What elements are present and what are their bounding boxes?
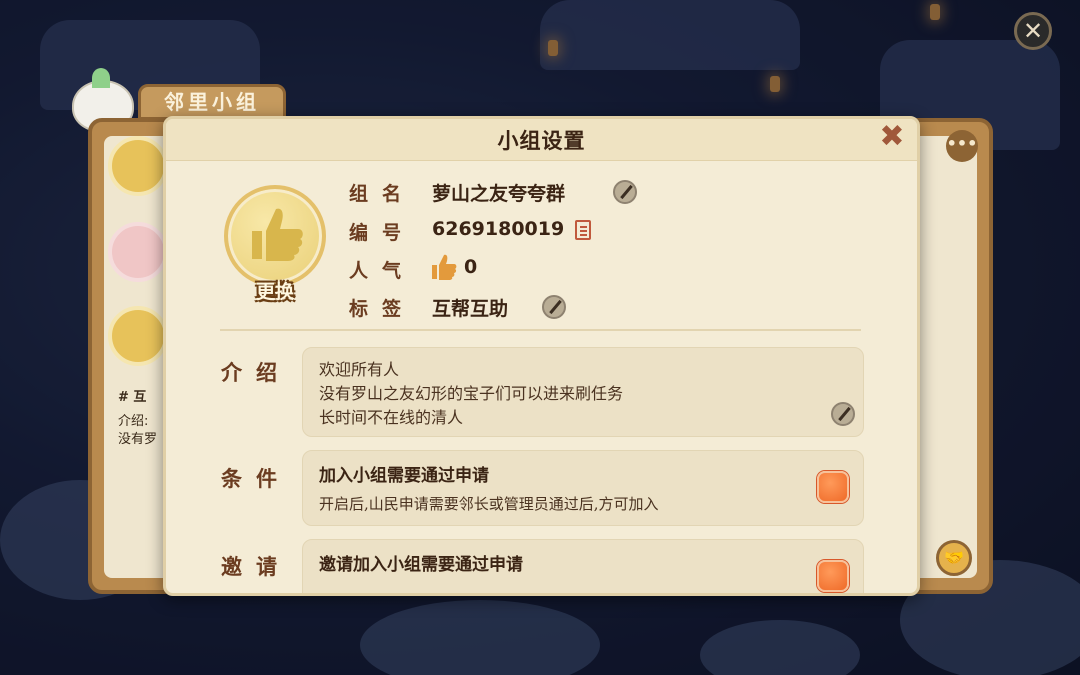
group-avatar[interactable] bbox=[108, 222, 168, 282]
edit-intro-icon[interactable] bbox=[831, 402, 855, 426]
handshake-icon[interactable]: 🤝 bbox=[936, 540, 972, 576]
group-avatar[interactable] bbox=[108, 136, 168, 196]
dialog-header: 小组设置 ✖ bbox=[166, 119, 917, 161]
group-intro-label: 介绍: bbox=[118, 414, 149, 429]
group-intro-text: 没有罗 bbox=[118, 432, 158, 447]
invite-title: 邀请加入小组需要通过申请 bbox=[319, 555, 523, 575]
popularity-value: 0 bbox=[464, 256, 478, 278]
condition-label: 条件 bbox=[221, 466, 291, 491]
condition-toggle[interactable] bbox=[817, 471, 849, 503]
intro-box[interactable]: 欢迎所有人 没有罗山之友幻形的宝子们可以进来刷任务 长时间不在线的清人 bbox=[302, 347, 864, 437]
condition-title: 加入小组需要通过申请 bbox=[319, 466, 489, 486]
neighborhood-group-tab: 邻里小组 bbox=[138, 84, 286, 120]
more-icon[interactable]: ••• bbox=[946, 130, 978, 162]
close-icon[interactable]: ✖ bbox=[877, 122, 907, 153]
invite-box: 邀请加入小组需要通过申请 bbox=[302, 539, 864, 593]
condition-box: 加入小组需要通过申请 开启后,山民申请需要邻长或管理员通过后,方可加入 bbox=[302, 450, 864, 526]
thumbs-up-icon bbox=[432, 254, 457, 280]
intro-label: 介绍 bbox=[221, 360, 291, 385]
edit-tag-icon[interactable] bbox=[542, 295, 566, 319]
intro-line: 没有罗山之友幻形的宝子们可以进来刷任务 bbox=[319, 384, 624, 403]
close-icon[interactable]: ✕ bbox=[1014, 12, 1052, 50]
group-name-label: 组名 bbox=[349, 183, 416, 205]
change-avatar-button[interactable]: 更换 bbox=[246, 277, 304, 305]
group-name-value: 萝山之友夸夸群 bbox=[432, 183, 566, 205]
dialog-title: 小组设置 bbox=[497, 128, 586, 153]
edit-name-icon[interactable] bbox=[613, 180, 637, 204]
intro-line: 欢迎所有人 bbox=[319, 360, 400, 379]
divider bbox=[220, 329, 861, 331]
intro-line: 长时间不在线的清人 bbox=[319, 408, 464, 427]
tag-value: 互帮互助 bbox=[432, 298, 509, 320]
popularity-label: 人气 bbox=[349, 260, 416, 282]
group-avatar[interactable] bbox=[108, 306, 168, 366]
condition-desc: 开启后,山民申请需要邻长或管理员通过后,方可加入 bbox=[319, 495, 659, 513]
group-avatar-icon[interactable] bbox=[224, 185, 326, 287]
invite-label: 邀请 bbox=[221, 554, 291, 579]
group-settings-dialog: 小组设置 ✖ 更换 组名 萝山之友夸夸群 编号 6269180019 人气 0 … bbox=[163, 116, 920, 596]
group-id-label: 编号 bbox=[349, 222, 416, 244]
group-tag: # 互 bbox=[118, 390, 147, 405]
tag-label: 标签 bbox=[349, 298, 416, 320]
group-id-value: 6269180019 bbox=[432, 218, 565, 240]
copy-icon[interactable] bbox=[575, 220, 591, 240]
invite-toggle[interactable] bbox=[817, 560, 849, 592]
